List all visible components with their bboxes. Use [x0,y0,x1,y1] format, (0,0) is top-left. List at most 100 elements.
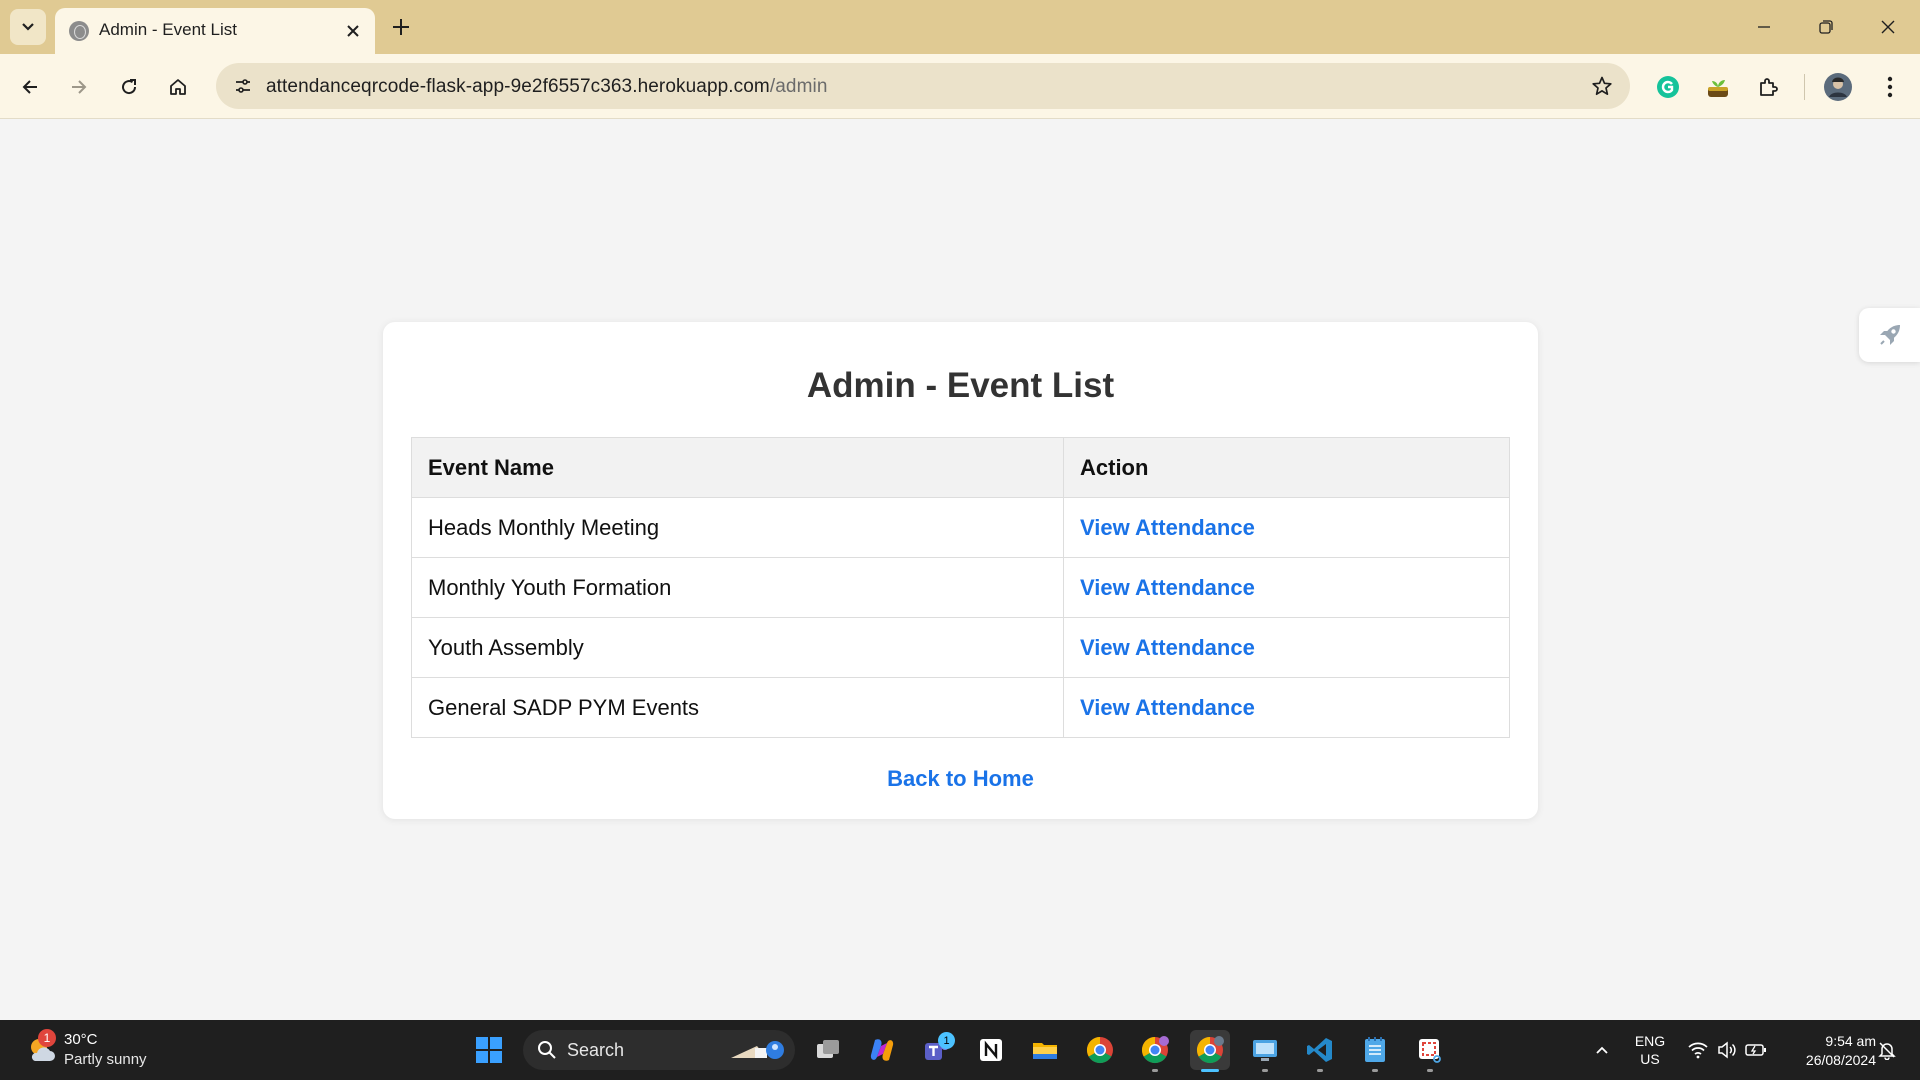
minimize-button[interactable] [1734,0,1794,54]
teams-icon[interactable]: 1 [917,1030,957,1070]
back-to-home-link[interactable]: Back to Home [887,766,1034,791]
running-indicator [1372,1069,1378,1072]
notion-icon[interactable] [971,1030,1011,1070]
globe-icon [69,21,89,41]
table-row: Youth Assembly View Attendance [411,617,1510,678]
chrome-icon[interactable] [1080,1030,1120,1070]
search-highlight-icon [731,1041,784,1059]
running-indicator [1152,1069,1158,1072]
clock-time: 9:54 am [1825,1033,1876,1049]
running-indicator [1262,1069,1268,1072]
view-attendance-link[interactable]: View Attendance [1080,515,1255,540]
back-button[interactable] [12,69,48,105]
notepad-icon[interactable] [1355,1030,1395,1072]
language-code: ENG [1634,1033,1666,1049]
site-info-icon[interactable] [228,71,258,101]
view-attendance-link[interactable]: View Attendance [1080,635,1255,660]
language-indicator[interactable]: ENG US [1628,1032,1672,1068]
weather-temp: 30°C [64,1031,98,1048]
extensions-puzzle-icon[interactable] [1750,69,1786,105]
header-action: Action [1063,437,1510,498]
chevron-up-icon [1596,1046,1608,1054]
close-window-button[interactable] [1858,0,1918,54]
chevron-down-icon [22,23,34,31]
notifications-bell-icon[interactable] [1874,1020,1900,1080]
taskbar-search[interactable]: Search [523,1030,795,1070]
copilot-icon[interactable] [862,1030,902,1070]
language-region: US [1640,1051,1660,1067]
browser-tab-bar: Admin - Event List [0,0,1920,54]
toolbar-separator [1804,74,1805,100]
minimize-icon [1758,26,1770,28]
view-attendance-link[interactable]: View Attendance [1080,695,1255,720]
restore-button[interactable] [1796,0,1856,54]
browser-toolbar: attendanceqrcode-flask-app-9e2f6557c363.… [0,54,1920,119]
events-table: Event Name Action Heads Monthly Meeting … [411,437,1510,738]
action-cell: View Attendance [1063,557,1510,618]
table-header-row: Event Name Action [411,437,1510,498]
weather-badge: 1 [38,1029,56,1047]
active-indicator [1201,1069,1219,1072]
browser-menu-button[interactable] [1872,69,1908,105]
search-label: Search [567,1040,625,1060]
search-icon [538,1041,556,1059]
new-tab-button[interactable] [386,12,416,42]
event-name-cell: Monthly Youth Formation [411,557,1064,618]
task-view-icon[interactable] [808,1030,848,1070]
bookmark-star-icon[interactable] [1588,72,1616,100]
table-row: General SADP PYM Events View Attendance [411,677,1510,738]
vscode-icon[interactable] [1300,1030,1340,1072]
close-tab-icon[interactable] [341,19,365,43]
windows-taskbar: 1 30°C Partly sunny Search 1 ENG US 9:54… [0,1020,1920,1080]
browser-tab[interactable]: Admin - Event List [55,8,375,54]
system-clock[interactable]: 9:54 am 26/08/2024 [1776,1032,1876,1070]
action-cell: View Attendance [1063,617,1510,678]
table-row: Monthly Youth Formation View Attendance [411,557,1510,618]
snipping-tool-icon[interactable] [1410,1030,1450,1072]
running-indicator [1427,1069,1433,1072]
home-icon [170,79,186,95]
wifi-icon[interactable] [1685,1020,1711,1080]
header-event-name: Event Name [411,437,1064,498]
rocket-icon [1879,325,1900,345]
battery-icon[interactable] [1743,1020,1769,1080]
home-button[interactable] [160,69,196,105]
tab-title: Admin - Event List [99,20,237,39]
event-name-cell: General SADP PYM Events [411,677,1064,738]
weather-widget[interactable]: 1 30°C Partly sunny [22,1029,182,1073]
url-path: /admin [769,76,828,97]
tab-search-button[interactable] [10,9,46,45]
show-hidden-icons-button[interactable] [1590,1020,1614,1080]
plant-extension-icon[interactable] [1700,69,1736,105]
action-cell: View Attendance [1063,497,1510,558]
arrow-right-icon [72,80,87,94]
event-name-cell: Youth Assembly [411,617,1064,678]
url-host: attendanceqrcode-flask-app-9e2f6557c363.… [266,76,770,97]
restore-icon [1819,20,1833,34]
chrome-active-icon[interactable] [1190,1030,1230,1072]
file-explorer-icon[interactable] [1025,1030,1065,1070]
grammarly-extension-icon[interactable] [1650,69,1686,105]
windows-logo-icon [476,1037,502,1063]
start-button[interactable] [469,1030,509,1070]
close-icon [1881,20,1895,34]
url-text: attendanceqrcode-flask-app-9e2f6557c363.… [266,76,828,98]
forward-button[interactable] [61,69,97,105]
table-row: Heads Monthly Meeting View Attendance [411,497,1510,558]
volume-icon[interactable] [1714,1020,1740,1080]
clock-date: 26/08/2024 [1805,1052,1876,1068]
address-bar[interactable]: attendanceqrcode-flask-app-9e2f6557c363.… [216,63,1630,109]
running-indicator [1317,1069,1323,1072]
arrow-left-icon [22,80,37,94]
more-vertical-icon [1887,76,1893,98]
reload-icon [122,79,137,95]
profile-avatar[interactable] [1820,69,1856,105]
teams-badge: 1 [938,1032,955,1049]
reload-button[interactable] [111,69,147,105]
remote-desktop-icon[interactable] [1245,1030,1285,1072]
weather-condition: Partly sunny [64,1051,147,1068]
view-attendance-link[interactable]: View Attendance [1080,575,1255,600]
chrome-profile-icon[interactable] [1135,1030,1175,1072]
side-rocket-button[interactable] [1859,308,1920,362]
page-title: Admin - Event List [806,366,1115,405]
